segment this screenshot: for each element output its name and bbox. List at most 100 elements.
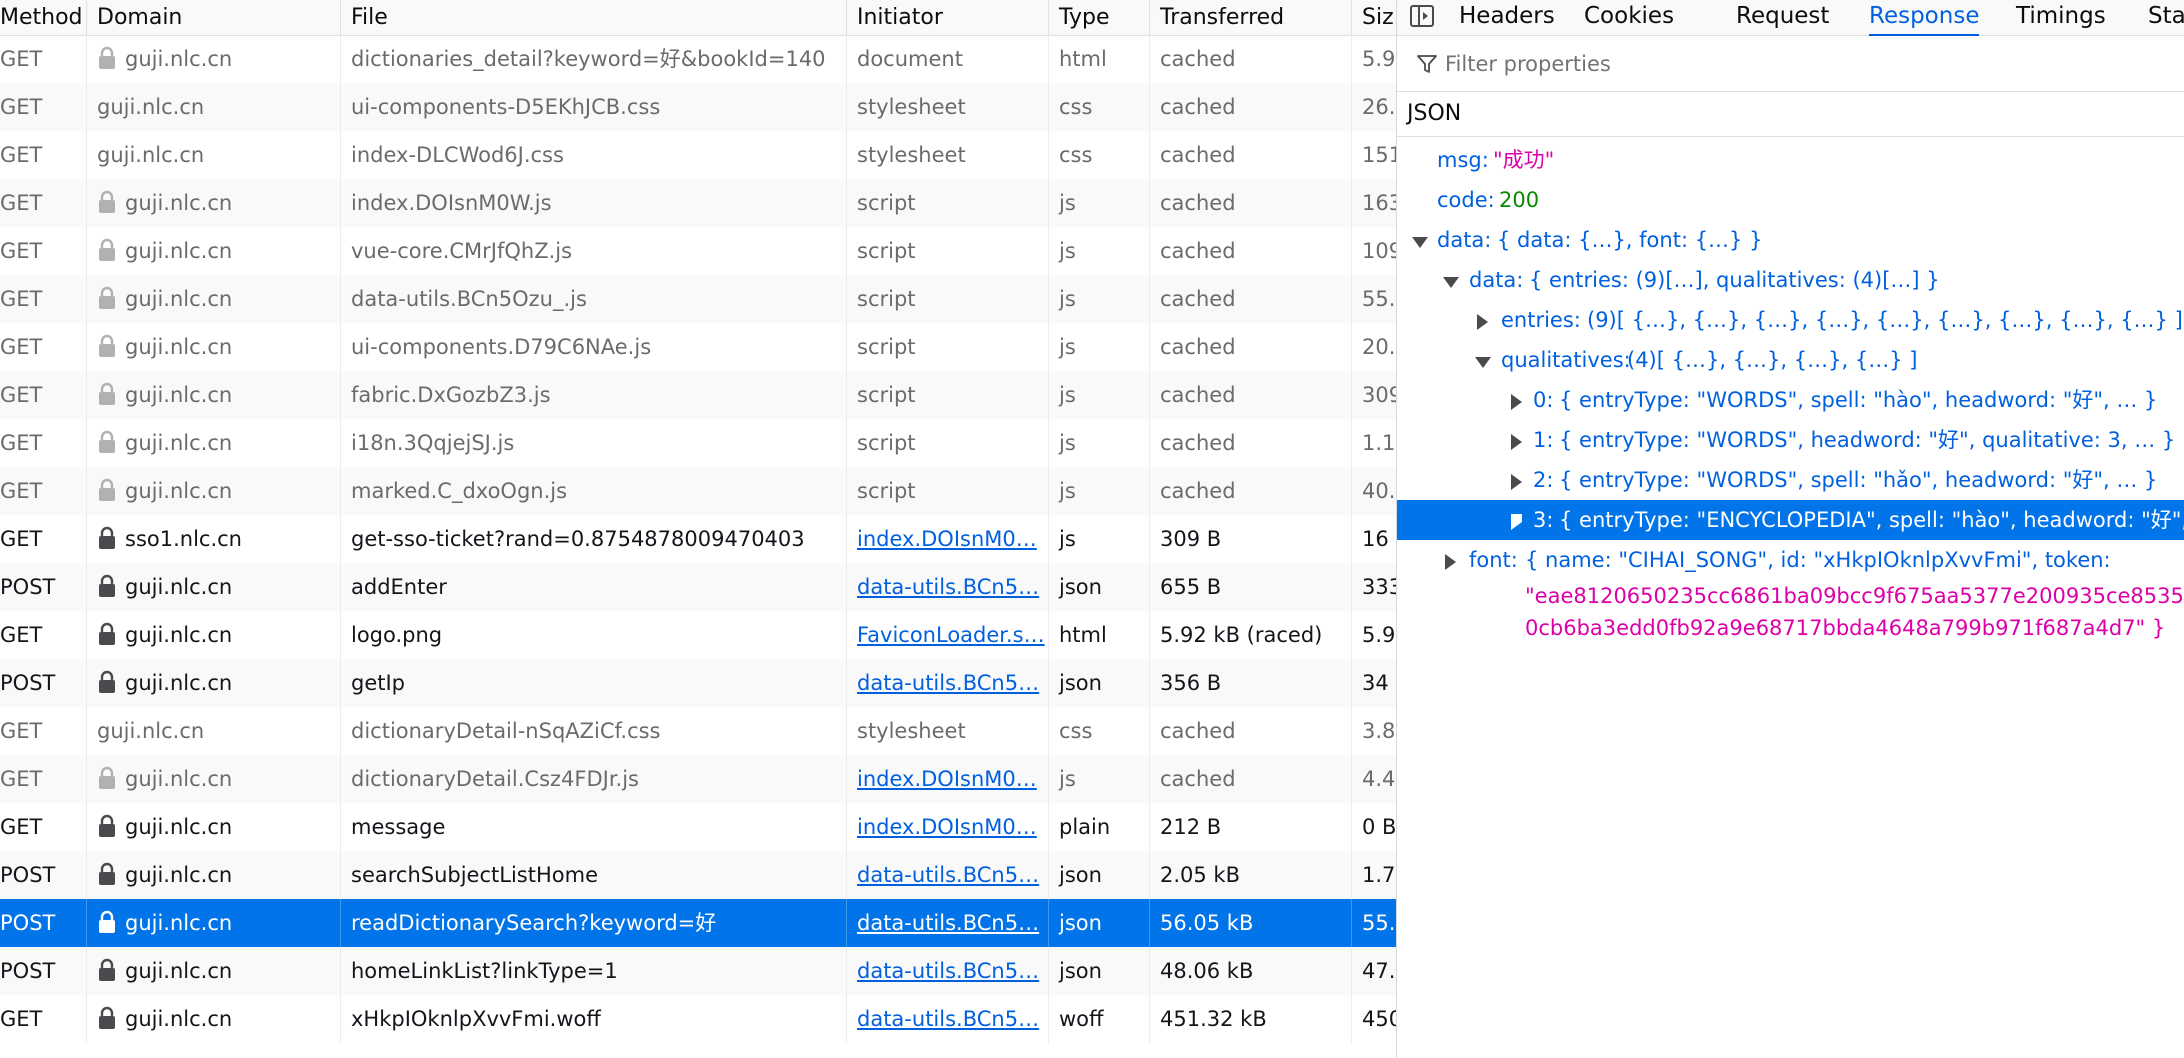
size-cell-text: 26.7 bbox=[1362, 95, 1396, 119]
table-row[interactable]: POST guji.nlc.cn getIp data-utils.BCn5… json… bbox=[0, 659, 1396, 707]
tab-timings[interactable]: Timings bbox=[2016, 0, 2106, 35]
type-cell-text: js bbox=[1059, 479, 1076, 503]
collapsed-arrow-icon[interactable] bbox=[1477, 314, 1488, 330]
expanded-arrow-icon[interactable] bbox=[1412, 237, 1428, 248]
lock-icon bbox=[97, 622, 117, 646]
initiator-cell[interactable]: data-utils.BCn5… bbox=[846, 659, 1048, 707]
tree-row-qualitative-2[interactable]: 2: { entryType: "WORDS", spell: "hǎo", h… bbox=[1397, 460, 2184, 500]
transferred-cell-text: cached bbox=[1160, 719, 1236, 743]
table-row[interactable]: POST guji.nlc.cn addEnter data-utils.BCn5… j… bbox=[0, 563, 1396, 611]
tree-row-qualitative-0[interactable]: 0: { entryType: "WORDS", spell: "hào", h… bbox=[1397, 380, 2184, 420]
tab-headers[interactable]: Headers bbox=[1459, 0, 1555, 35]
tab-stack-trace[interactable]: Stac bbox=[2148, 0, 2184, 35]
table-row[interactable]: GET guji.nlc.cn i18n.3QqjejSJ.js script js ca… bbox=[0, 419, 1396, 467]
type-cell-text: json bbox=[1059, 959, 1102, 983]
transferred-cell: cached bbox=[1149, 755, 1351, 803]
tab-request[interactable]: Request bbox=[1736, 0, 1829, 35]
table-row[interactable]: GET guji.nlc.cn dictionaryDetail-nSqAZiCf.… bbox=[0, 707, 1396, 755]
table-row[interactable]: GET sso1.nlc.cn get-sso-ticket?rand=0.8754… bbox=[0, 515, 1396, 563]
column-header-domain[interactable]: Domain bbox=[86, 0, 340, 35]
initiator-cell[interactable]: data-utils.BCn5… bbox=[846, 995, 1048, 1043]
transferred-cell-text: cached bbox=[1160, 335, 1236, 359]
initiator-cell: script bbox=[846, 275, 1048, 323]
size-cell: 55.7 bbox=[1351, 899, 1396, 947]
initiator-cell[interactable]: index.DOIsnM0… bbox=[846, 803, 1048, 851]
initiator-cell[interactable]: index.DOIsnM0… bbox=[846, 755, 1048, 803]
collapsed-arrow-icon[interactable] bbox=[1511, 514, 1522, 530]
collapsed-arrow-icon[interactable] bbox=[1511, 474, 1522, 490]
initiator-cell[interactable]: data-utils.BCn5… bbox=[846, 899, 1048, 947]
filter-properties-input[interactable] bbox=[1443, 46, 2147, 82]
initiator-cell-text: data-utils.BCn5… bbox=[857, 1007, 1040, 1031]
expanded-arrow-icon[interactable] bbox=[1443, 277, 1459, 288]
table-row[interactable]: GET guji.nlc.cn dictionaryDetail.Csz4FDJr.… bbox=[0, 755, 1396, 803]
lock-icon bbox=[97, 238, 117, 262]
tree-row-msg[interactable]: msg: "成功" bbox=[1397, 140, 2184, 180]
domain-cell-text: guji.nlc.cn bbox=[125, 623, 233, 647]
initiator-cell[interactable]: FaviconLoader.s… bbox=[846, 611, 1048, 659]
file-cell-text: index.DOIsnM0W.js bbox=[351, 191, 552, 215]
initiator-cell[interactable]: data-utils.BCn5… bbox=[846, 563, 1048, 611]
initiator-cell[interactable]: index.DOIsnM0… bbox=[846, 515, 1048, 563]
domain-cell: guji.nlc.cn bbox=[86, 371, 340, 419]
method-cell: GET bbox=[0, 419, 86, 467]
table-row[interactable]: GET guji.nlc.cn index.DOIsnM0W.js script js c… bbox=[0, 179, 1396, 227]
table-row[interactable]: GET guji.nlc.cn index-DLCWod6J.css styleshe… bbox=[0, 131, 1396, 179]
domain-cell: guji.nlc.cn bbox=[86, 323, 340, 371]
table-row[interactable]: POST guji.nlc.cn homeLinkList?linkType=1 da… bbox=[0, 947, 1396, 995]
initiator-cell-text: script bbox=[857, 191, 916, 215]
tree-row-qualitatives[interactable]: qualitatives: (4)[ {…}, {…}, {…}, {…} ] bbox=[1397, 340, 2184, 380]
size-cell-text: 47.7 bbox=[1362, 959, 1396, 983]
table-row[interactable]: GET guji.nlc.cn fabric.DxGozbZ3.js script js… bbox=[0, 371, 1396, 419]
type-cell-text: html bbox=[1059, 47, 1107, 71]
tree-key: 3: bbox=[1533, 508, 1554, 532]
type-cell-text: js bbox=[1059, 431, 1076, 455]
table-row[interactable]: GET guji.nlc.cn vue-core.CMrJfQhZ.js script… bbox=[0, 227, 1396, 275]
json-section-header[interactable]: JSON bbox=[1397, 92, 2184, 137]
tree-row-code[interactable]: code: 200 bbox=[1397, 180, 2184, 220]
column-header-file[interactable]: File bbox=[340, 0, 846, 35]
table-row[interactable]: GET guji.nlc.cn ui-components-D5EKhJCB.css… bbox=[0, 83, 1396, 131]
transferred-cell-text: 356 B bbox=[1160, 671, 1222, 695]
method-cell-text: GET bbox=[0, 191, 43, 215]
tree-row-data[interactable]: data: { data: {…}, font: {…} } bbox=[1397, 220, 2184, 260]
table-row[interactable]: POST guji.nlc.cn readDictionarySearch?keyw… bbox=[0, 899, 1396, 947]
domain-cell: guji.nlc.cn bbox=[86, 803, 340, 851]
table-row[interactable]: POST guji.nlc.cn searchSubjectListHome data… bbox=[0, 851, 1396, 899]
tree-key: data: bbox=[1469, 268, 1524, 292]
table-row[interactable]: GET guji.nlc.cn logo.png FaviconLoader.s… ht… bbox=[0, 611, 1396, 659]
table-row[interactable]: GET guji.nlc.cn data-utils.BCn5Ozu_.js scri… bbox=[0, 275, 1396, 323]
table-row[interactable]: GET guji.nlc.cn xHkpIOknlpXvvFmi.woff data-… bbox=[0, 995, 1396, 1043]
tree-row-entries[interactable]: entries: (9)[ {…}, {…}, {…}, {…}, {…}, {… bbox=[1397, 300, 2184, 340]
table-row[interactable]: GET guji.nlc.cn marked.C_dxoOgn.js script js… bbox=[0, 467, 1396, 515]
column-header-size[interactable]: Siz bbox=[1351, 0, 1396, 35]
type-cell-text: html bbox=[1059, 623, 1107, 647]
column-header-initiator[interactable]: Initiator bbox=[846, 0, 1048, 35]
size-cell-text: 5.92 bbox=[1362, 47, 1396, 71]
tree-row-qualitative-3[interactable]: 3: { entryType: "ENCYCLOPEDIA", spell: "… bbox=[1397, 500, 2184, 540]
tab-response[interactable]: Response bbox=[1869, 0, 1980, 36]
tab-cookies[interactable]: Cookies bbox=[1584, 0, 1674, 35]
tree-row-font[interactable]: font: { name: "CIHAI_SONG", id: "xHkpIOk… bbox=[1397, 540, 2184, 580]
size-cell-text: 5.92 bbox=[1362, 623, 1396, 647]
column-header-method[interactable]: Method bbox=[0, 0, 86, 35]
toggle-sidebar-icon[interactable] bbox=[1409, 4, 1437, 30]
size-cell: 1.73 bbox=[1351, 851, 1396, 899]
initiator-cell[interactable]: data-utils.BCn5… bbox=[846, 851, 1048, 899]
table-row[interactable]: GET guji.nlc.cn ui-components.D79C6NAe.js s… bbox=[0, 323, 1396, 371]
transferred-cell: cached bbox=[1149, 419, 1351, 467]
collapsed-arrow-icon[interactable] bbox=[1445, 554, 1456, 570]
collapsed-arrow-icon[interactable] bbox=[1511, 434, 1522, 450]
table-row[interactable]: GET guji.nlc.cn message index.DOIsnM0… plain… bbox=[0, 803, 1396, 851]
column-header-transferred[interactable]: Transferred bbox=[1149, 0, 1351, 35]
tree-row-qualitative-1[interactable]: 1: { entryType: "WORDS", headword: "好", … bbox=[1397, 420, 2184, 460]
initiator-cell[interactable]: data-utils.BCn5… bbox=[846, 947, 1048, 995]
column-header-type[interactable]: Type bbox=[1048, 0, 1149, 35]
tree-row-data-inner[interactable]: data: { entries: (9)[…], qualitatives: (… bbox=[1397, 260, 2184, 300]
table-row[interactable]: GET guji.nlc.cn dictionaries_detail?keywor… bbox=[0, 35, 1396, 83]
file-cell: dictionaries_detail?keyword=好&bookId=140 bbox=[340, 35, 846, 83]
expanded-arrow-icon[interactable] bbox=[1475, 357, 1491, 368]
size-cell: 3.81 bbox=[1351, 707, 1396, 755]
transferred-cell: 309 B bbox=[1149, 515, 1351, 563]
collapsed-arrow-icon[interactable] bbox=[1511, 394, 1522, 410]
